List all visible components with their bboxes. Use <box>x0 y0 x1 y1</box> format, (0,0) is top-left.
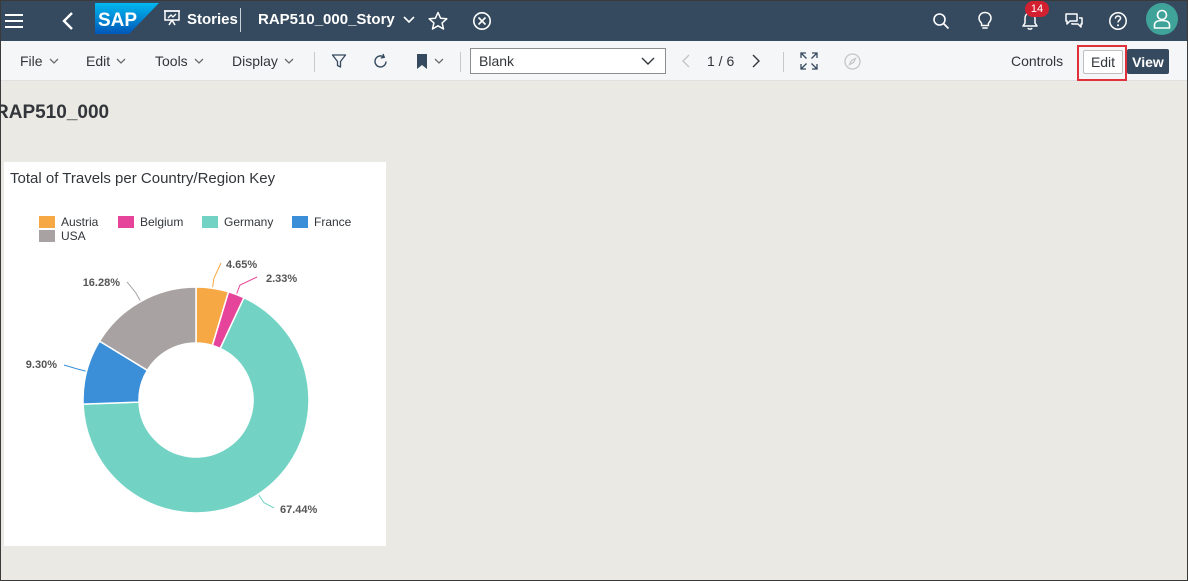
edit-button[interactable]: Edit <box>1083 50 1123 74</box>
page-select[interactable]: Blank <box>470 48 666 74</box>
chevron-down-icon <box>434 58 444 64</box>
feedback-icon[interactable] <box>1063 1 1085 41</box>
previous-page-icon[interactable] <box>681 41 691 81</box>
data-label-france: 9.30% <box>26 359 57 371</box>
close-circle-icon[interactable] <box>471 1 493 41</box>
tools-menu-label: Tools <box>155 53 188 69</box>
file-menu-label: File <box>20 53 43 69</box>
chevron-down-icon <box>116 58 126 64</box>
controls-button[interactable]: Controls <box>1011 41 1063 81</box>
shell-divider <box>240 8 241 32</box>
tools-menu[interactable]: Tools <box>155 41 204 81</box>
star-icon[interactable] <box>427 1 449 41</box>
bookmark-icon <box>417 53 427 69</box>
leader-line-germany <box>258 494 275 509</box>
page-indicator: 1 / 6 <box>707 53 735 69</box>
refresh-icon[interactable] <box>372 41 389 81</box>
chevron-down-icon <box>284 58 294 64</box>
story-title: RAP510_000_Story <box>258 10 395 28</box>
explore-icon[interactable] <box>844 41 861 81</box>
page-select-value: Blank <box>479 53 515 69</box>
edit-menu[interactable]: Edit <box>86 41 126 81</box>
lightbulb-icon[interactable] <box>974 1 996 41</box>
toolbar-divider <box>783 52 784 72</box>
leader-line-france <box>63 364 86 372</box>
chevron-down-icon <box>194 58 204 64</box>
display-menu-label: Display <box>232 53 278 69</box>
leader-line-usa <box>126 281 141 301</box>
edit-menu-label: Edit <box>86 53 111 69</box>
help-icon[interactable] <box>1107 1 1129 41</box>
toolbar-divider <box>460 52 461 72</box>
page-heading: RAP510_000 <box>0 102 110 123</box>
bookmark-menu[interactable] <box>415 41 445 81</box>
data-label-germany: 67.44% <box>280 504 318 516</box>
shell-bar: SAP Stories RAP510_000_Story 14 <box>1 1 1187 41</box>
sap-logo-text: SAP <box>98 10 137 31</box>
notification-badge: 14 <box>1025 1 1049 17</box>
menu-icon[interactable] <box>3 1 25 41</box>
file-menu[interactable]: File <box>20 41 59 81</box>
leader-line-belgium <box>236 276 258 294</box>
story-title-menu[interactable]: RAP510_000_Story <box>258 1 415 37</box>
fullscreen-icon[interactable] <box>800 41 818 81</box>
chart-tile[interactable]: Total of Travels per Country/Region Key … <box>4 162 386 546</box>
data-label-belgium: 2.33% <box>266 273 297 285</box>
data-label-austria: 4.65% <box>226 259 257 271</box>
search-icon[interactable] <box>930 1 952 41</box>
sap-logo[interactable]: SAP <box>95 3 159 34</box>
user-avatar[interactable] <box>1146 3 1178 35</box>
toolbar-divider <box>314 52 315 72</box>
back-icon[interactable] <box>57 1 79 41</box>
presentation-icon <box>163 8 181 30</box>
next-page-icon[interactable] <box>751 41 761 81</box>
chevron-down-icon <box>49 58 59 64</box>
app-window: SAP Stories RAP510_000_Story 14 File Edi… <box>0 0 1188 581</box>
data-label-usa: 16.28% <box>83 277 121 289</box>
stories-button[interactable]: Stories <box>163 1 238 37</box>
filter-icon[interactable] <box>331 41 347 81</box>
stories-label: Stories <box>187 10 238 28</box>
donut-chart: 4.65% 2.33% 67.44% 9.30% 16.28% <box>26 259 318 516</box>
story-toolbar: File Edit Tools Display Blank 1 / 6 Cont… <box>1 41 1187 81</box>
leader-line-austria <box>212 262 222 288</box>
chevron-down-icon <box>403 11 415 28</box>
chevron-down-icon <box>641 57 655 65</box>
display-menu[interactable]: Display <box>232 41 294 81</box>
user-icon <box>1153 9 1171 29</box>
view-button[interactable]: View <box>1127 49 1169 74</box>
